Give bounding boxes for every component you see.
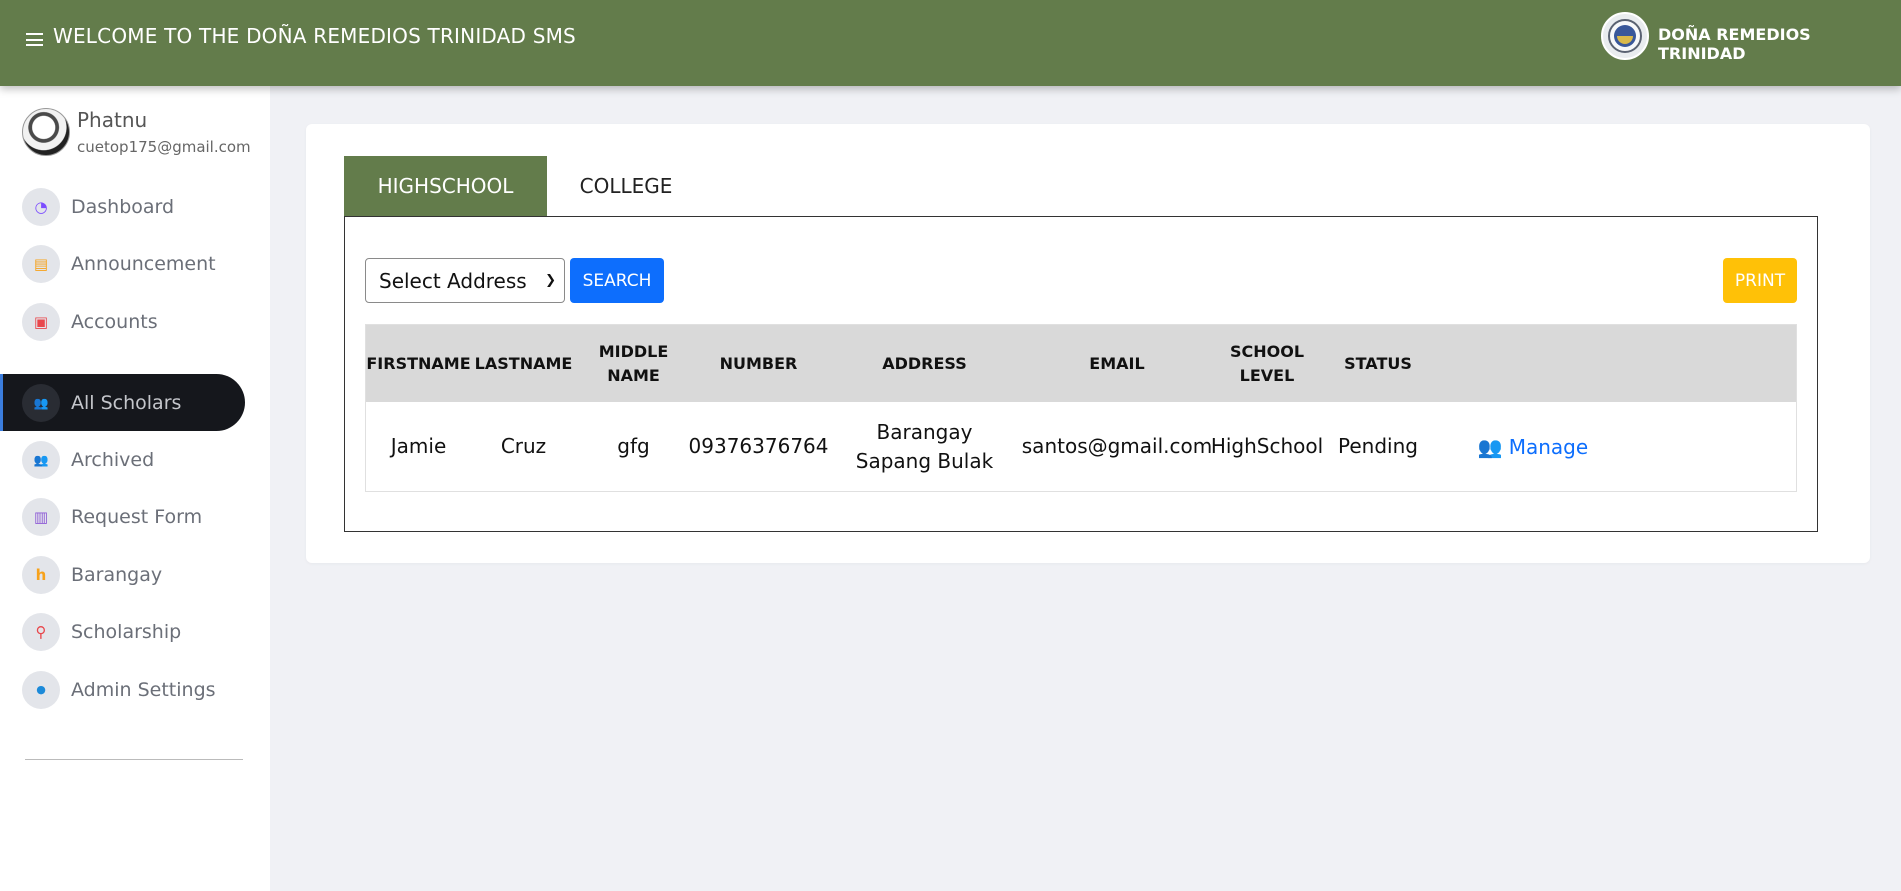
id-card-icon: ▣ xyxy=(22,302,60,341)
sidebar-item-dashboard[interactable]: ◔ Dashboard xyxy=(0,178,245,235)
address-select[interactable]: Select Address ❯ xyxy=(365,258,565,303)
cell-school-level: HighSchool xyxy=(1210,434,1324,458)
users-icon: 👥 xyxy=(22,383,60,422)
sidebar-item-label: All Scholars xyxy=(71,391,182,414)
profile-name: Phatnu xyxy=(77,108,148,132)
gauge-icon: ◔ xyxy=(22,187,60,226)
table-header: FIRSTNAME LASTNAME MIDDLE NAME NUMBER AD… xyxy=(366,325,1796,402)
column-header: ADDRESS xyxy=(882,353,967,373)
cell-lastname: Cruz xyxy=(500,434,547,458)
sidebar-item-admin-settings[interactable]: ● Admin Settings xyxy=(0,661,245,718)
column-header: EMAIL xyxy=(1089,353,1145,373)
users-icon: 👥 xyxy=(22,440,60,479)
scholars-card: HIGHSCHOOL COLLEGE Select Address ❯ SEAR… xyxy=(306,124,1870,563)
tab-highschool[interactable]: HIGHSCHOOL xyxy=(344,156,547,216)
column-header: FIRSTNAME xyxy=(366,353,471,373)
tab-panel: Select Address ❯ SEARCH PRINT FIRSTNAME … xyxy=(344,216,1818,532)
sidebar-item-label: Announcement xyxy=(71,252,216,275)
sidebar-item-label: Scholarship xyxy=(71,620,182,643)
house-icon: h xyxy=(22,555,60,594)
column-header: SCHOOL LEVEL xyxy=(1229,341,1305,385)
column-header xyxy=(1433,325,1798,402)
chevron-down-icon: ❯ xyxy=(545,273,556,288)
cell-status: Pending xyxy=(1338,434,1418,458)
search-button[interactable]: SEARCH xyxy=(570,258,664,303)
brand-logo xyxy=(1601,12,1649,60)
cell-email: santos@gmail.com xyxy=(1021,434,1213,458)
sidebar-item-barangay[interactable]: h Barangay xyxy=(0,546,245,603)
sidebar-item-label: Archived xyxy=(71,448,155,471)
cell-address: Barangay Sapang Bulak xyxy=(855,419,994,473)
sidebar-item-announcement[interactable]: ▤ Announcement xyxy=(0,235,245,292)
cell-middlename: gfg xyxy=(617,434,650,458)
sidebar-item-label: Admin Settings xyxy=(71,678,216,701)
manage-label: Manage xyxy=(1508,434,1589,459)
column-header: STATUS xyxy=(1344,353,1412,373)
hamburger-icon[interactable] xyxy=(26,33,43,46)
cell-number: 09376376764 xyxy=(688,434,829,458)
sidebar: Phatnu cuetop175@gmail.com ◔ Dashboard ▤… xyxy=(0,86,270,891)
cell-firstname: Jamie xyxy=(390,434,447,458)
table-row: Jamie Cruz gfg 09376376764 Barangay Sapa… xyxy=(366,402,1796,491)
newspaper-icon: ▤ xyxy=(22,244,60,283)
sidebar-item-scholarship[interactable]: ⚲ Scholarship xyxy=(0,603,245,660)
sidebar-item-request-form[interactable]: ▥ Request Form xyxy=(0,488,245,545)
manage-link[interactable]: 👥 Manage xyxy=(1478,435,1588,459)
user-icon: ● xyxy=(22,670,60,709)
sidebar-item-label: Dashboard xyxy=(71,195,175,218)
column-header: MIDDLE NAME xyxy=(598,341,669,385)
column-header: NUMBER xyxy=(719,353,798,373)
avatar[interactable] xyxy=(22,108,70,156)
cell-action: 👥 Manage xyxy=(1433,402,1633,491)
users-cog-icon: 👥 xyxy=(1477,434,1503,459)
app-title: WELCOME TO THE DOÑA REMEDIOS TRINIDAD SM… xyxy=(53,24,576,48)
sidebar-item-label: Request Form xyxy=(71,505,203,528)
tab-college[interactable]: COLLEGE xyxy=(547,156,705,216)
sidebar-item-label: Barangay xyxy=(71,563,163,586)
sidebar-item-label: Accounts xyxy=(71,310,158,333)
profile-email: cuetop175@gmail.com xyxy=(77,138,251,156)
brand-name: DOÑA REMEDIOS TRINIDAD xyxy=(1658,25,1811,63)
sidebar-item-archived[interactable]: 👥 Archived xyxy=(0,431,245,488)
print-button[interactable]: PRINT xyxy=(1723,258,1797,303)
scholars-table: FIRSTNAME LASTNAME MIDDLE NAME NUMBER AD… xyxy=(365,324,1797,492)
sidebar-divider xyxy=(25,759,243,760)
person-raised-icon: ⚲ xyxy=(22,612,60,651)
address-select-value: Select Address xyxy=(379,268,527,293)
address-book-icon: ▥ xyxy=(22,497,60,536)
sidebar-item-accounts[interactable]: ▣ Accounts xyxy=(0,293,245,350)
top-header: WELCOME TO THE DOÑA REMEDIOS TRINIDAD SM… xyxy=(0,0,1901,86)
sidebar-item-all-scholars[interactable]: 👥 All Scholars xyxy=(0,374,245,431)
column-header: LASTNAME xyxy=(474,353,573,373)
